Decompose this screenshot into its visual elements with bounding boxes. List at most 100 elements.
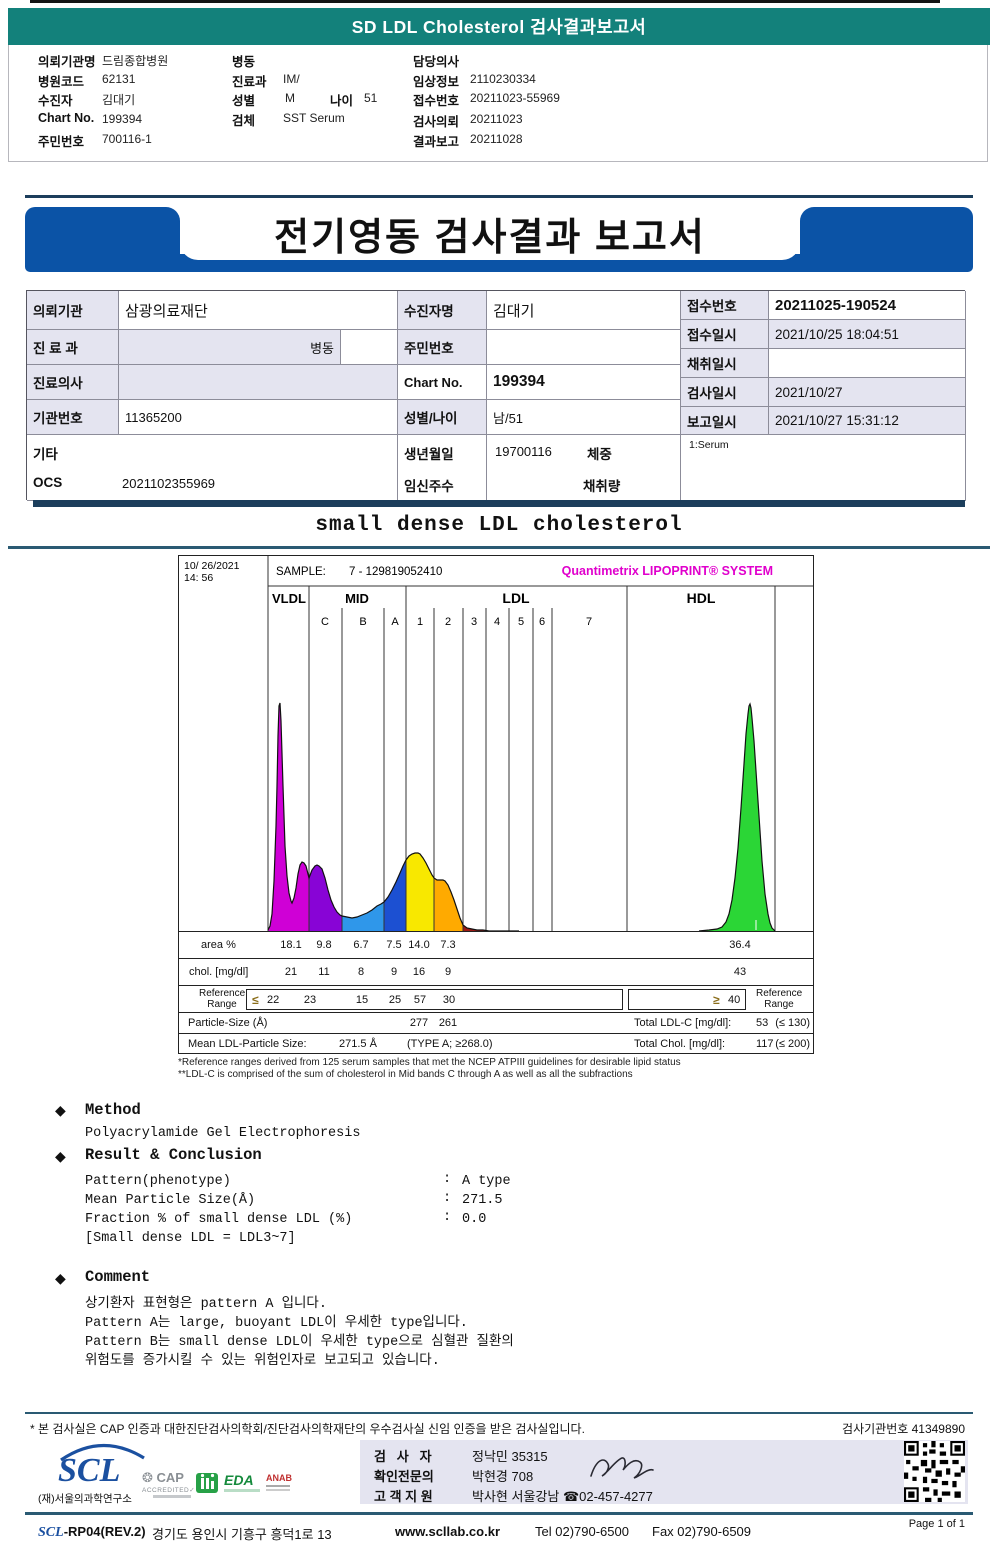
info-cell-gita-ocs [27,435,398,501]
info-label-birth: 생년월일 [404,447,454,462]
chol-value: 11 [318,966,330,978]
info-label-gigwanbunho: 기관번호 [27,400,119,435]
info-label-geomsailsi: 검사일시 [681,378,769,407]
mean-type: (TYPE A; ≥268.0) [407,1038,493,1050]
chart-row-particle: Particle-Size (Å) 277 261 Total LDL-C [m… [179,1012,813,1033]
area-value: 36.4 [729,939,751,951]
particle-value: 261 [438,1017,458,1029]
info-label-chaechwiilsi: 채취일시 [681,349,769,378]
result-row-label: Pattern(phenotype) [85,1174,231,1189]
reference-box-hdl: ≥ 40 [628,989,746,1010]
field-label: 수진자 [38,94,73,108]
chart-datetime-line1: 10/ 26/2021 [184,560,240,572]
field-value: 700116-1 [102,132,152,146]
info-cell-empty [341,330,398,365]
info-value-gigwanbunho: 11365200 [119,400,398,435]
page-number: Page 1 of 1 [908,1518,965,1530]
field-label: 결과보고 [413,135,460,149]
comment-line: Pattern A는 large, buoyant LDL이 우세한 type입… [85,1316,468,1331]
title-banner: 전기영동 검사결과 보고서 [25,207,973,272]
band-header-ldl: LDL [502,590,530,606]
eda-logo-line [224,1489,260,1492]
info-label-preg: 임신주수 [404,479,454,494]
examiner-label: 검 사 자 [374,1449,432,1464]
result-row-value: 271.5 [462,1193,503,1208]
info-value-jeopsubunho: 20211025-190524 [769,291,966,320]
info-label-volume: 채취량 [583,479,621,494]
sample-label: SAMPLE: [276,566,326,578]
total-ldl-ref: (≤ 130) [775,1017,810,1029]
info-label-chartno: Chart No. [398,365,487,400]
ref-label-left-2: Range [207,999,237,1010]
ref-value: 22 [267,994,280,1006]
scl-logo: SCL [58,1452,121,1489]
field-label: 검체 [232,114,256,128]
signature-scribble [590,1457,654,1479]
ref-value: 23 [303,994,317,1006]
support-value: 박사현 서울강남 ☎02-457-4277 [472,1489,653,1504]
total-chol-label: Total Chol. [mg/dl]: [634,1038,726,1050]
sub-label: 6 [539,616,545,628]
result-heading: Result & Conclusion [85,1146,262,1164]
row-label-chol: chol. [mg/dl] [189,966,249,978]
footnote-line: *Reference ranges derived from 125 serum… [178,1057,681,1068]
field-value: 2110230334 [470,72,536,86]
ref-value: 15 [355,994,369,1006]
sub-label: 4 [494,616,500,628]
cert-note: * 본 검사실은 CAP 인증과 대한진단검사의학회/진단검사의학재단의 우수검… [30,1422,585,1436]
result-row-label: Mean Particle Size(Å) [85,1193,256,1208]
info-value-uiryogigwan: 삼광의료재단 [119,291,398,330]
info-value-chartno: 199394 [487,365,681,400]
info-serum-note: 1:Serum [689,439,729,451]
chol-value: 43 [733,966,747,978]
info-value-jinryouisa [119,365,398,400]
info-label-seongbyulnai: 성별/나이 [398,400,487,435]
comment-line: 상기환자 표현형은 pattern A 입니다. [85,1297,327,1312]
midb-area [342,902,384,931]
area-value: 7.3 [440,939,456,951]
total-chol-ref: (≤ 200) [775,1038,810,1050]
chart-row-reference: Reference Range ≤ 22 23 15 25 57 30 ≥ 40… [179,985,813,1012]
banner-title: 전기영동 검사결과 보고서 [274,217,706,259]
info-label-jinryogwa: 진 료 과 [27,330,119,365]
qr-code [904,1441,965,1502]
report-page: SD LDL Cholesterol 검사결과보고서 의뢰기관명 드림종합병원 … [0,0,998,1564]
field-value: SST Serum [283,111,345,125]
method-heading: Method [85,1101,141,1119]
field-label: 담당의사 [413,55,460,69]
band-header-mid: MID [345,591,369,606]
lipoprint-chart-svg: 10/ 26/2021 14: 56 SAMPLE: 7 - 129819052… [184,556,813,932]
eda-logo: EDA [224,1472,254,1488]
page-top-strip [30,0,940,3]
diamond-icon: ◆ [55,1270,66,1286]
field-label: 검사의뢰 [413,115,460,129]
reference-box-main: ≤ 22 23 15 25 57 30 [246,989,623,1010]
info-label-jinryouisa: 진료의사 [27,365,119,400]
footer-address: 경기도 용인시 기흥구 흥덕1로 13 [152,1527,332,1542]
ref-value: 57 [413,994,427,1006]
info-label-jeopsuilsi: 접수일시 [681,320,769,349]
report-header-bar: SD LDL Cholesterol 검사결과보고서 [8,8,990,45]
chart-row-area: area % 18.1 9.8 6.7 7.5 14.0 7.3 36.4 [179,931,813,958]
field-label: 주민번호 [38,135,85,149]
ref-label-right-1: Reference [756,988,803,999]
banner-blue-left [25,207,180,260]
hdl-peak [699,704,775,931]
field-label: Chart No. [38,111,95,125]
le-symbol: ≤ [252,993,259,1007]
field-value: 20211023 [470,112,523,126]
chart-row-chol: chol. [mg/dl] 21 11 8 9 16 9 43 [179,958,813,985]
info-value-jeopsuilsi: 2021/10/25 18:04:51 [769,320,966,349]
row-label-area: area % [201,939,236,951]
org-number: 검사기관번호 41349890 [842,1422,965,1436]
comment-heading: Comment [85,1268,151,1286]
field-value: 드림종합병원 [102,54,169,68]
method-body: Polyacrylamide Gel Electrophoresis [85,1126,361,1141]
chart-box: 10/ 26/2021 14: 56 SAMPLE: 7 - 129819052… [178,555,814,1054]
field-value: 20211023-55969 [470,91,560,105]
divider-rule [25,195,973,198]
band-header-vldl: VLDL [272,591,306,606]
ref-label-left-1: Reference [199,988,246,999]
footer-fax: Fax 02)790-6509 [652,1524,752,1539]
footer-website: www.scllab.co.kr [395,1524,501,1539]
